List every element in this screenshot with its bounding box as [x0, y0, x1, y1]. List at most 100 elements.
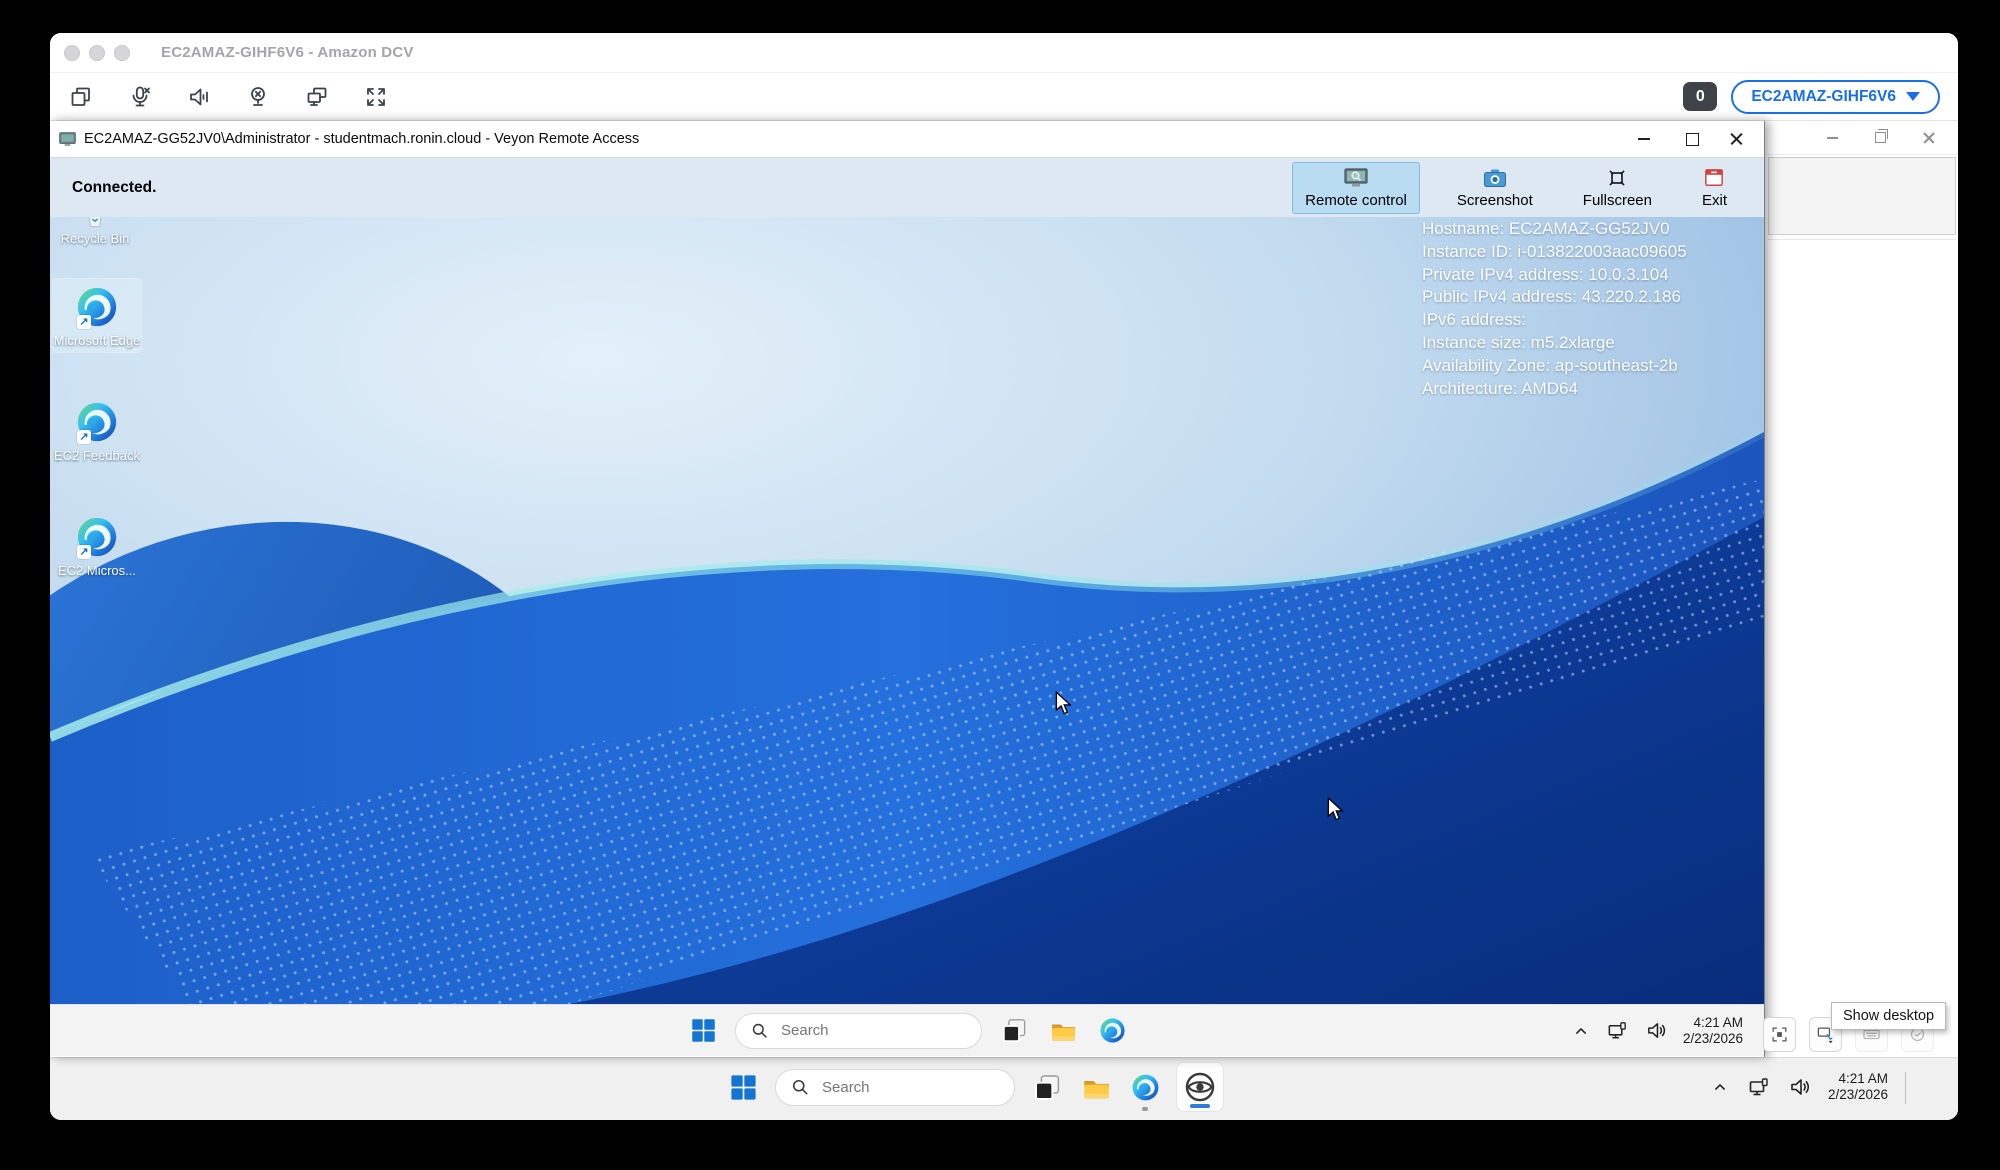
webcam-off-icon[interactable] — [245, 84, 271, 110]
speaker-icon — [1788, 1075, 1812, 1099]
shortcut-arrow-icon: ↗ — [77, 545, 91, 559]
dcv-toolbar: 0 EC2AMAZ-GIHF6V6 — [50, 72, 1958, 121]
close-traffic-light[interactable] — [64, 45, 80, 61]
running-indicator — [1142, 1107, 1148, 1111]
background-window-body — [1768, 239, 1956, 1052]
task-view-button[interactable] — [997, 1014, 1031, 1048]
date: 2/23/2026 — [1683, 1031, 1743, 1047]
dcv-viewport: Show desktop EC2AMAZ-GG52JV0\Administrat… — [50, 121, 1958, 1120]
fullscreen-icon[interactable] — [363, 84, 389, 110]
tray-chevron-button[interactable] — [1570, 1014, 1592, 1048]
search-box[interactable] — [775, 1069, 1015, 1106]
active-app-indicator — [1190, 1104, 1210, 1108]
search-icon — [750, 1021, 769, 1040]
task-view-button[interactable] — [1030, 1070, 1064, 1104]
search-input[interactable] — [779, 1021, 933, 1040]
shortcut-arrow-icon: ↗ — [77, 315, 91, 329]
windows-start-icon — [729, 1073, 758, 1102]
windows-icon[interactable] — [68, 84, 94, 110]
screen-snip-icon[interactable] — [1763, 1017, 1796, 1052]
desktop-shortcut-microsoft-edge[interactable]: ↗ Microsoft Edge — [53, 279, 141, 352]
shortcut-arrow-icon: ↗ — [77, 430, 91, 444]
windows-start-icon — [690, 1017, 717, 1044]
start-button[interactable] — [726, 1070, 760, 1104]
restore-button[interactable] — [1875, 132, 1886, 143]
window-title: EC2AMAZ-GIHF6V6 - Amazon DCV — [161, 44, 414, 61]
search-input[interactable] — [820, 1078, 974, 1097]
recycle-bin-icon[interactable]: Recycle Bin — [51, 217, 139, 246]
network-tray-button[interactable] — [1605, 1014, 1631, 1048]
veyon-maximize-button[interactable] — [1668, 121, 1716, 157]
remote-control-button[interactable]: Remote control — [1292, 162, 1420, 214]
host-taskbar: 4:21 AM 2/23/2026 — [50, 1057, 1958, 1120]
hostname-label: EC2AMAZ-GIHF6V6 — [1751, 88, 1896, 106]
recycle-bin-label: Recycle Bin — [61, 231, 130, 246]
instance-info-overlay: Hostname: EC2AMAZ-GG52JV0 Instance ID: i… — [1422, 218, 1732, 400]
veyon-minimize-button[interactable] — [1620, 121, 1668, 157]
info-instance-size: Instance size: m5.2xlarge — [1422, 332, 1732, 355]
displays-icon[interactable] — [304, 84, 330, 110]
remote-desktop: Recycle Bin ↗ Microsoft Edge ↗ — [50, 217, 1764, 1004]
date: 2/23/2026 — [1828, 1087, 1888, 1103]
tray-chevron-button[interactable] — [1709, 1070, 1731, 1104]
time: 4:21 AM — [1828, 1071, 1888, 1087]
edge-icon — [1130, 1072, 1161, 1103]
file-explorer-button[interactable] — [1046, 1014, 1080, 1048]
fullscreen-button[interactable]: Fullscreen — [1570, 162, 1665, 214]
show-desktop-divider[interactable] — [1905, 1072, 1906, 1104]
info-ipv6: IPv6 address: — [1422, 309, 1732, 332]
zoom-traffic-light[interactable] — [114, 45, 130, 61]
volume-tray-button[interactable] — [1787, 1070, 1813, 1104]
info-availability-zone: Availability Zone: ap-southeast-2b — [1422, 355, 1732, 378]
camera-icon — [1483, 168, 1507, 188]
screenshot-button[interactable]: Screenshot — [1444, 162, 1546, 214]
hostname-dropdown-button[interactable]: EC2AMAZ-GIHF6V6 — [1731, 80, 1940, 114]
file-explorer-button[interactable] — [1079, 1070, 1113, 1104]
search-box[interactable] — [735, 1013, 982, 1049]
speaker-icon — [1645, 1019, 1668, 1042]
veyon-window: EC2AMAZ-GG52JV0\Administrator - studentm… — [50, 121, 1765, 1057]
show-desktop-tooltip: Show desktop — [1831, 1002, 1946, 1030]
remote-mouse-cursor — [1327, 797, 1344, 822]
trash-icon — [83, 217, 107, 229]
veyon-eye-icon — [1183, 1070, 1217, 1104]
connection-status: Connected. — [72, 179, 156, 197]
dcv-client-window: EC2AMAZ-GIHF6V6 - Amazon DCV — [50, 33, 1958, 1120]
microphone-off-icon[interactable] — [127, 84, 153, 110]
chevron-down-icon — [1906, 92, 1920, 101]
start-button[interactable] — [686, 1014, 720, 1048]
info-hostname: Hostname: EC2AMAZ-GG52JV0 — [1422, 218, 1732, 241]
task-view-icon — [1033, 1073, 1062, 1102]
task-view-icon — [1001, 1017, 1028, 1044]
mac-titlebar: EC2AMAZ-GIHF6V6 - Amazon DCV — [50, 33, 1958, 72]
exit-window-icon — [1703, 168, 1725, 188]
edge-browser-button[interactable] — [1128, 1070, 1162, 1104]
close-button[interactable] — [1923, 132, 1935, 144]
volume-tray-button[interactable] — [1644, 1014, 1670, 1048]
network-icon — [1606, 1019, 1629, 1042]
veyon-close-button[interactable] — [1716, 121, 1764, 157]
network-tray-button[interactable] — [1746, 1070, 1772, 1104]
edge-browser-button[interactable] — [1095, 1014, 1129, 1048]
background-window-titlebar — [1765, 121, 1958, 155]
time: 4:21 AM — [1683, 1015, 1743, 1031]
veyon-app-button[interactable] — [1177, 1063, 1223, 1111]
desktop-shortcut-ec2-feedback[interactable]: ↗ EC2 Feedback — [53, 394, 141, 467]
clock[interactable]: 4:21 AM 2/23/2026 — [1828, 1071, 1888, 1103]
exit-button[interactable]: Exit — [1689, 162, 1740, 214]
veyon-window-title: EC2AMAZ-GG52JV0\Administrator - studentm… — [84, 131, 639, 147]
remote-taskbar: 4:21 AM 2/23/2026 — [50, 1004, 1764, 1056]
notification-badge[interactable]: 0 — [1683, 82, 1717, 111]
minimize-button[interactable] — [1827, 137, 1838, 139]
folder-icon — [1081, 1072, 1112, 1103]
screenshot-root: EC2AMAZ-GIHF6V6 - Amazon DCV — [0, 0, 2000, 1170]
edge-icon — [1098, 1016, 1127, 1045]
desktop-shortcut-ec2-microsoft[interactable]: ↗ EC2 Micros... — [53, 509, 141, 582]
veyon-toolbar: Connected. Remote control — [50, 157, 1764, 217]
speaker-icon[interactable] — [186, 84, 212, 110]
search-icon — [790, 1077, 810, 1097]
remote-control-icon — [1344, 168, 1368, 188]
minimize-traffic-light[interactable] — [89, 45, 105, 61]
background-window-partial — [1764, 121, 1958, 1057]
clock[interactable]: 4:21 AM 2/23/2026 — [1683, 1015, 1743, 1047]
